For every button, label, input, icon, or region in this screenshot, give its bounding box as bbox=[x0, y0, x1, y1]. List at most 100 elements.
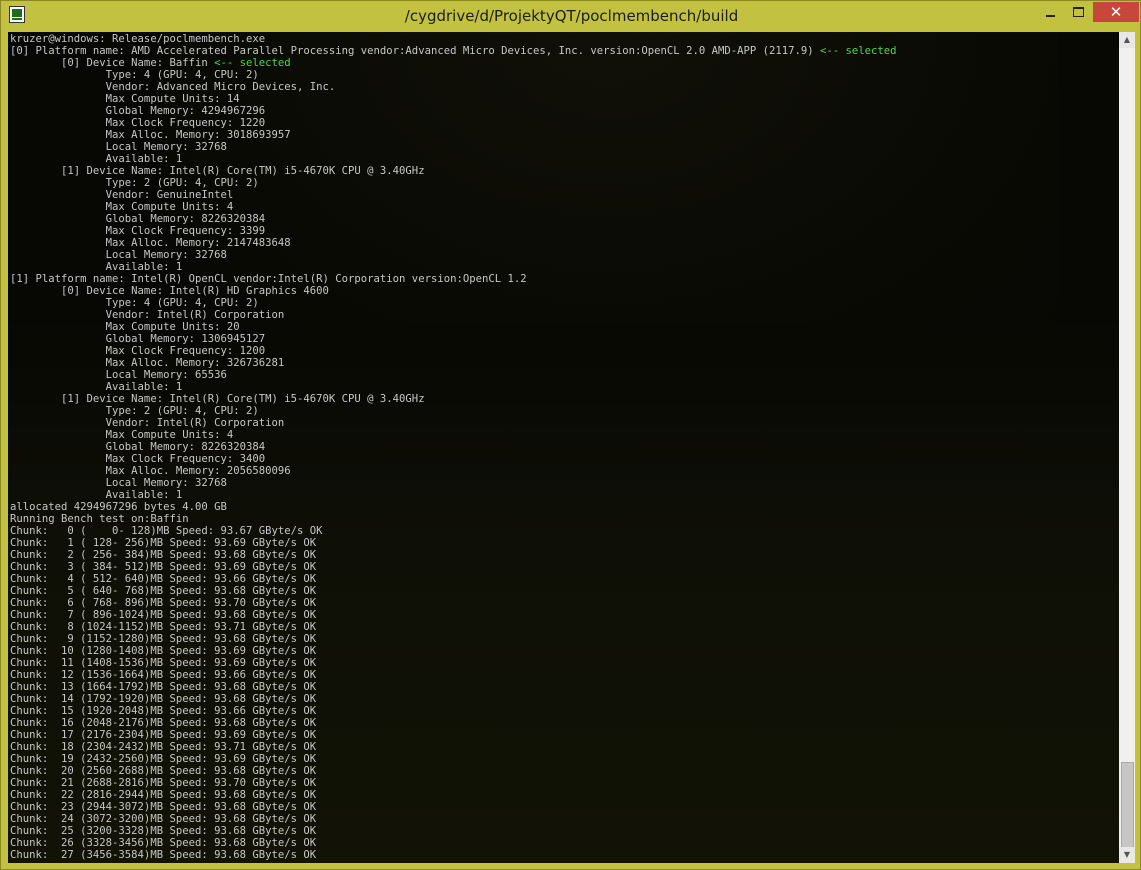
terminal-text: Vendor: Intel(R) Corporation bbox=[10, 309, 285, 321]
close-button[interactable]: ✕ bbox=[1093, 2, 1139, 22]
terminal-text: Chunk: 20 (2560-2688)MB Speed: 93.68 GBy… bbox=[10, 765, 317, 777]
terminal-text: [0] Device Name: Baffin bbox=[10, 57, 215, 69]
terminal-text: Available: 1 bbox=[10, 489, 183, 501]
terminal-line: kruzer@windows: Release/poclmembench.exe bbox=[10, 33, 265, 45]
terminal-line: Chunk: 12 (1536-1664)MB Speed: 93.66 GBy… bbox=[10, 669, 316, 681]
terminal-line: Chunk: 17 (2176-2304)MB Speed: 93.69 GBy… bbox=[10, 729, 316, 741]
terminal-text: Type: 4 (GPU: 4, CPU: 2) bbox=[10, 297, 259, 309]
window-title: /cygdrive/d/ProjektyQT/poclmembench/buil… bbox=[404, 7, 739, 25]
terminal-text: Chunk: 18 (2304-2432)MB Speed: 93.71 GBy… bbox=[10, 741, 317, 753]
terminal-text: Max Alloc. Memory: 2147483648 bbox=[10, 237, 291, 249]
terminal-text: Max Clock Frequency: 1220 bbox=[10, 117, 266, 129]
terminal-line: Vendor: Intel(R) Corporation bbox=[10, 417, 285, 429]
terminal-line: Chunk: 16 (2048-2176)MB Speed: 93.68 GBy… bbox=[10, 717, 316, 729]
terminal-line: Local Memory: 32768 bbox=[10, 141, 227, 153]
terminal-line: Max Clock Frequency: 3400 bbox=[10, 453, 265, 465]
terminal-line: Local Memory: 65536 bbox=[10, 369, 227, 381]
terminal-text: Chunk: 2 ( 256- 384)MB Speed: 93.68 GByt… bbox=[10, 549, 317, 561]
terminal-line: Chunk: 1 ( 128- 256)MB Speed: 93.69 GByt… bbox=[10, 537, 316, 549]
terminal-line: [0] Platform name: AMD Accelerated Paral… bbox=[10, 45, 897, 57]
terminal-text: Available: 1 bbox=[10, 381, 183, 393]
scroll-down-arrow-icon[interactable]: ▼ bbox=[1119, 847, 1135, 863]
terminal-line: Type: 4 (GPU: 4, CPU: 2) bbox=[10, 297, 259, 309]
terminal-line: Chunk: 13 (1664-1792)MB Speed: 93.68 GBy… bbox=[10, 681, 316, 693]
terminal-line: Vendor: GenuineIntel bbox=[10, 189, 234, 201]
terminal-line: Local Memory: 32768 bbox=[10, 249, 227, 261]
vertical-scrollbar[interactable]: ▲ ▼ bbox=[1119, 32, 1135, 863]
terminal-text: Max Compute Units: 4 bbox=[10, 201, 234, 213]
terminal-text: Vendor: Advanced Micro Devices, Inc. bbox=[10, 81, 336, 93]
terminal-line: [1] Platform name: Intel(R) OpenCL vendo… bbox=[10, 273, 527, 285]
terminal-text: Chunk: 23 (2944-3072)MB Speed: 93.68 GBy… bbox=[10, 801, 317, 813]
title-bar[interactable]: /cygdrive/d/ProjektyQT/poclmembench/buil… bbox=[1, 1, 1140, 32]
terminal-line: Max Clock Frequency: 1220 bbox=[10, 117, 265, 129]
terminal-line: Max Clock Frequency: 1200 bbox=[10, 345, 265, 357]
terminal-line: Max Alloc. Memory: 326736281 bbox=[10, 357, 285, 369]
terminal-text: Available: 1 bbox=[10, 153, 183, 165]
terminal-line: Chunk: 3 ( 384- 512)MB Speed: 93.69 GByt… bbox=[10, 561, 316, 573]
terminal-text: Max Alloc. Memory: 2056580096 bbox=[10, 465, 291, 477]
terminal-line: Chunk: 10 (1280-1408)MB Speed: 93.69 GBy… bbox=[10, 645, 316, 657]
terminal-text: Vendor: Intel(R) Corporation bbox=[10, 417, 285, 429]
terminal-text: Max Compute Units: 14 bbox=[10, 93, 240, 105]
terminal-text: Chunk: 27 (3456-3584)MB Speed: 93.68 GBy… bbox=[10, 849, 317, 861]
terminal-text: Chunk: 14 (1792-1920)MB Speed: 93.68 GBy… bbox=[10, 693, 317, 705]
terminal-line: Chunk: 24 (3072-3200)MB Speed: 93.68 GBy… bbox=[10, 813, 316, 825]
terminal-line: Chunk: 19 (2432-2560)MB Speed: 93.69 GBy… bbox=[10, 753, 316, 765]
terminal-line: allocated 4294967296 bytes 4.00 GB bbox=[10, 501, 227, 513]
terminal-line: Type: 2 (GPU: 4, CPU: 2) bbox=[10, 405, 259, 417]
terminal-line: Chunk: 27 (3456-3584)MB Speed: 93.68 GBy… bbox=[10, 849, 316, 861]
terminal-text: [1] Device Name: Intel(R) Core(TM) i5-46… bbox=[10, 393, 425, 405]
terminal-text: Global Memory: 1306945127 bbox=[10, 333, 266, 345]
terminal-line: Type: 2 (GPU: 4, CPU: 2) bbox=[10, 177, 259, 189]
terminal-line: Chunk: 8 (1024-1152)MB Speed: 93.71 GByt… bbox=[10, 621, 316, 633]
maximize-icon bbox=[1072, 7, 1084, 17]
close-icon: ✕ bbox=[1109, 3, 1123, 21]
terminal-window: /cygdrive/d/ProjektyQT/poclmembench/buil… bbox=[0, 0, 1141, 870]
terminal-text: [0] Device Name: Intel(R) HD Graphics 46… bbox=[10, 285, 329, 297]
terminal-text: Chunk: 3 ( 384- 512)MB Speed: 93.69 GByt… bbox=[10, 561, 317, 573]
terminal-line: Max Compute Units: 4 bbox=[10, 429, 234, 441]
selected-marker: <-- selected bbox=[820, 45, 897, 57]
minimize-button[interactable] bbox=[1036, 2, 1064, 22]
terminal-text: Max Clock Frequency: 1200 bbox=[10, 345, 266, 357]
selected-marker: <-- selected bbox=[214, 57, 291, 69]
terminal-line: Max Compute Units: 14 bbox=[10, 93, 240, 105]
terminal-line: Chunk: 9 (1152-1280)MB Speed: 93.68 GByt… bbox=[10, 633, 316, 645]
terminal-line: Available: 1 bbox=[10, 153, 183, 165]
terminal-line: Chunk: 20 (2560-2688)MB Speed: 93.68 GBy… bbox=[10, 765, 316, 777]
scrollbar-thumb[interactable] bbox=[1121, 762, 1134, 848]
terminal-text: Chunk: 7 ( 896-1024)MB Speed: 93.68 GByt… bbox=[10, 609, 317, 621]
terminal-line: Local Memory: 32768 bbox=[10, 477, 227, 489]
minimize-icon bbox=[1045, 15, 1055, 17]
terminal-output[interactable]: kruzer@windows: Release/poclmembench.exe… bbox=[10, 33, 897, 861]
terminal-area[interactable]: kruzer@windows: Release/poclmembench.exe… bbox=[8, 32, 1135, 863]
terminal-line: Chunk: 23 (2944-3072)MB Speed: 93.68 GBy… bbox=[10, 801, 316, 813]
terminal-text: Local Memory: 65536 bbox=[10, 369, 227, 381]
terminal-text: Vendor: GenuineIntel bbox=[10, 189, 234, 201]
terminal-line: Available: 1 bbox=[10, 381, 183, 393]
terminal-line: Available: 1 bbox=[10, 489, 183, 501]
terminal-line: Global Memory: 4294967296 bbox=[10, 105, 265, 117]
terminal-text: Chunk: 8 (1024-1152)MB Speed: 93.71 GByt… bbox=[10, 621, 317, 633]
scroll-up-arrow-icon[interactable]: ▲ bbox=[1119, 32, 1135, 48]
terminal-line: Chunk: 26 (3328-3456)MB Speed: 93.68 GBy… bbox=[10, 837, 316, 849]
terminal-line: Chunk: 18 (2304-2432)MB Speed: 93.71 GBy… bbox=[10, 741, 316, 753]
terminal-line: Chunk: 22 (2816-2944)MB Speed: 93.68 GBy… bbox=[10, 789, 316, 801]
maximize-button[interactable] bbox=[1064, 2, 1092, 22]
terminal-text: [0] Platform name: AMD Accelerated Paral… bbox=[10, 45, 821, 57]
terminal-text: [1] Platform name: Intel(R) OpenCL vendo… bbox=[10, 273, 527, 285]
terminal-line: [1] Device Name: Intel(R) Core(TM) i5-46… bbox=[10, 393, 425, 405]
terminal-text: Chunk: 5 ( 640- 768)MB Speed: 93.68 GByt… bbox=[10, 585, 317, 597]
terminal-line: Chunk: 0 ( 0- 128)MB Speed: 93.67 GByte/… bbox=[10, 525, 323, 537]
terminal-line: Vendor: Advanced Micro Devices, Inc. bbox=[10, 81, 336, 93]
terminal-line: Chunk: 14 (1792-1920)MB Speed: 93.68 GBy… bbox=[10, 693, 316, 705]
terminal-text: Chunk: 11 (1408-1536)MB Speed: 93.69 GBy… bbox=[10, 657, 317, 669]
terminal-line: Vendor: Intel(R) Corporation bbox=[10, 309, 285, 321]
terminal-line: Max Compute Units: 20 bbox=[10, 321, 240, 333]
terminal-line: Chunk: 2 ( 256- 384)MB Speed: 93.68 GByt… bbox=[10, 549, 316, 561]
terminal-text: Chunk: 10 (1280-1408)MB Speed: 93.69 GBy… bbox=[10, 645, 317, 657]
terminal-line: [0] Device Name: Intel(R) HD Graphics 46… bbox=[10, 285, 329, 297]
terminal-line: Max Compute Units: 4 bbox=[10, 201, 234, 213]
terminal-line: Chunk: 7 ( 896-1024)MB Speed: 93.68 GByt… bbox=[10, 609, 316, 621]
